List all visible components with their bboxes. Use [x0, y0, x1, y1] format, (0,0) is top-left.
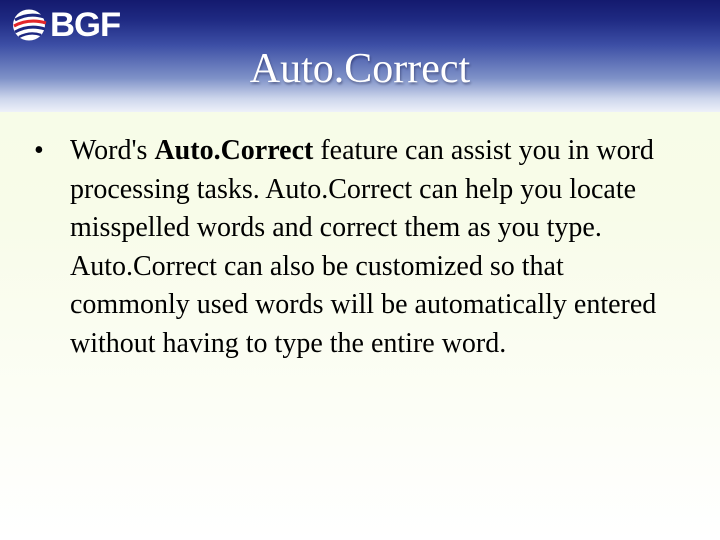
slide-body: • Word's Auto.Correct feature can assist… [34, 132, 684, 363]
bgf-logo: BGF [12, 7, 132, 43]
bold-term: Auto.Correct [154, 135, 314, 166]
slide-title: Auto.Correct [249, 46, 471, 92]
bullet-marker: • [34, 135, 44, 166]
bullet-text-rest: feature can assist you in word processin… [70, 135, 657, 359]
bullet-text: Word's Auto.Correct feature can assist y… [70, 132, 684, 363]
slide: BGF Auto.Correct • Word's Auto.Correct f… [0, 0, 720, 540]
logo-wordmark: BGF [50, 6, 121, 44]
bullet-text-intro: Word's [70, 135, 155, 166]
globe-logo-icon [13, 9, 47, 41]
slide-header: BGF Auto.Correct [0, 0, 720, 112]
bullet-item: • Word's Auto.Correct feature can assist… [34, 132, 684, 363]
